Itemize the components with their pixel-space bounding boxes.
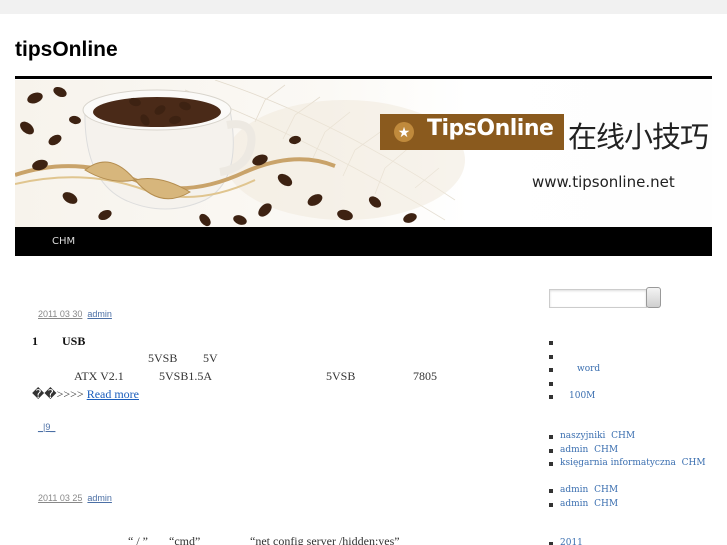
header-rule xyxy=(15,76,712,79)
page: tipsOnline ★ TipsOnline 在线小技巧 www.tipson… xyxy=(0,14,727,545)
comment-author[interactable]: admin xyxy=(560,485,588,495)
svg-text:★: ★ xyxy=(398,125,411,141)
post-text: 5VSB xyxy=(148,351,178,365)
search-button[interactable] xyxy=(646,287,661,308)
post-text: 5V xyxy=(203,351,218,365)
banner-url: www.tipsonline.net xyxy=(532,173,675,191)
header-banner: ★ TipsOnline 在线小技巧 www.tipsonline.net xyxy=(15,80,712,227)
post-text: 5VSB1.5A xyxy=(159,369,213,383)
comment-author[interactable]: księgarnia informatyczna xyxy=(560,458,676,468)
post-date[interactable]: 2011 03 25 xyxy=(38,493,82,503)
post-author-link[interactable]: admin xyxy=(87,493,112,503)
post-meta: 2011 03 25 admin xyxy=(38,493,112,503)
post-text: 5VSB xyxy=(326,369,356,383)
banner-tagline: 在线小技巧 xyxy=(568,120,709,154)
comment-author[interactable]: naszyjniki xyxy=(560,431,605,441)
post-text: “net config server /hidden:yes” xyxy=(250,534,400,545)
comment-post[interactable]: CHM xyxy=(611,431,635,441)
comment-post[interactable]: CHM xyxy=(594,445,618,455)
post-author-link[interactable]: admin xyxy=(87,309,112,319)
comment-author[interactable]: admin xyxy=(560,445,588,455)
post-text: USB xyxy=(62,334,86,348)
post-text: ATX V2.1 xyxy=(74,369,124,383)
site-title[interactable]: tipsOnline xyxy=(15,38,118,62)
comment-author[interactable]: admin xyxy=(560,499,588,509)
banner-brand: TipsOnline xyxy=(427,116,554,141)
comment-post[interactable]: CHM xyxy=(682,458,706,468)
search-input[interactable] xyxy=(549,289,647,308)
post-text: “cmd” xyxy=(169,534,201,545)
post-meta: 2011 03 30 admin xyxy=(38,309,112,319)
post-text: 1 xyxy=(32,334,38,348)
post-text: “ / ” xyxy=(128,534,148,545)
main-nav: CHM xyxy=(15,227,712,256)
comment-post[interactable]: CHM xyxy=(594,485,618,495)
read-more-prefix: ��>>>> xyxy=(32,387,84,401)
nav-item-chm[interactable]: CHM xyxy=(52,236,75,247)
post-tags[interactable]: _|9_ xyxy=(38,422,55,432)
post-date[interactable]: 2011 03 30 xyxy=(38,309,82,319)
read-more-link[interactable]: Read more xyxy=(87,387,139,401)
comment-post[interactable]: CHM xyxy=(594,499,618,509)
post-text: 7805 xyxy=(413,369,437,383)
